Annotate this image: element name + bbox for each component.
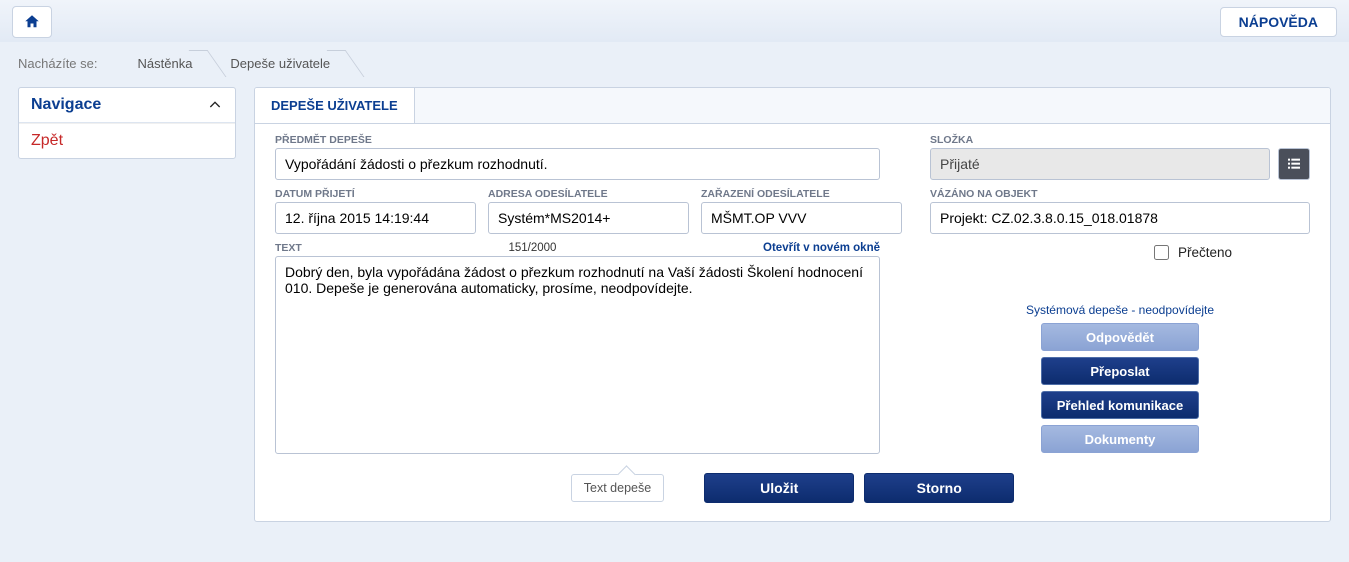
chevron-up-icon <box>207 97 223 113</box>
sender-addr-field[interactable] <box>488 202 689 234</box>
help-button[interactable]: NÁPOVĚDA <box>1220 7 1337 37</box>
label-received: DATUM PŘIJETÍ <box>275 188 476 200</box>
forward-button[interactable]: Přeposlat <box>1041 357 1199 385</box>
label-subject: PŘEDMĚT DEPEŠE <box>275 134 880 146</box>
breadcrumb-label: Nacházíte se: <box>18 56 98 71</box>
label-sender-role: ZAŘAZENÍ ODESÍLATELE <box>701 188 902 200</box>
tab-depese-uzivatele[interactable]: DEPEŠE UŽIVATELE <box>255 88 415 123</box>
home-button[interactable] <box>12 6 52 38</box>
tooltip-text-depese: Text depeše <box>571 474 664 502</box>
nav-toggle[interactable]: Navigace <box>19 88 235 123</box>
cancel-button[interactable]: Storno <box>864 473 1014 503</box>
label-read: Přečteno <box>1178 245 1232 260</box>
reply-button[interactable]: Odpovědět <box>1041 323 1199 351</box>
documents-button[interactable]: Dokumenty <box>1041 425 1199 453</box>
breadcrumb-item-nastenka[interactable]: Nástěnka <box>116 50 209 77</box>
label-sender-addr: ADRESA ODESÍLATELE <box>488 188 689 200</box>
char-counter: 151/2000 <box>508 242 556 254</box>
folder-field[interactable] <box>930 148 1270 180</box>
breadcrumb-item-depese[interactable]: Depeše uživatele <box>208 50 346 77</box>
label-bound: VÁZÁNO NA OBJEKT <box>930 188 1310 200</box>
subject-field[interactable] <box>275 148 880 180</box>
overview-button[interactable]: Přehled komunikace <box>1041 391 1199 419</box>
home-icon <box>23 13 41 31</box>
received-field[interactable] <box>275 202 476 234</box>
folder-picker-button[interactable] <box>1278 148 1310 180</box>
nav-panel: Navigace Zpět <box>18 87 236 159</box>
system-note: Systémová depeše - neodpovídejte <box>930 303 1310 317</box>
save-button[interactable]: Uložit <box>704 473 854 503</box>
breadcrumb: Nacházíte se: Nástěnka Depeše uživatele <box>0 42 1349 87</box>
nav-title: Navigace <box>31 96 101 114</box>
open-new-window-link[interactable]: Otevřít v novém okně <box>763 242 880 254</box>
read-checkbox[interactable] <box>1154 245 1169 260</box>
label-folder: SLOŽKA <box>930 134 1270 146</box>
sender-role-field[interactable] <box>701 202 902 234</box>
label-text: TEXT <box>275 242 302 254</box>
list-icon <box>1286 156 1302 172</box>
message-text-field[interactable] <box>275 256 880 454</box>
bound-object-field[interactable] <box>930 202 1310 234</box>
nav-item-back[interactable]: Zpět <box>19 123 235 158</box>
